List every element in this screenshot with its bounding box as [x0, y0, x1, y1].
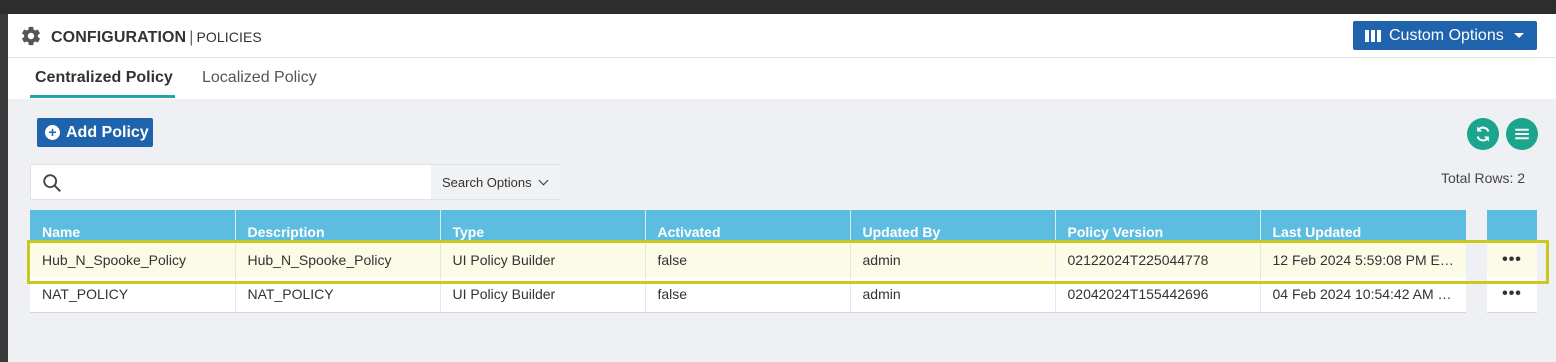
column-header-name[interactable]: Name: [30, 210, 236, 242]
custom-options-label: Custom Options: [1389, 26, 1504, 44]
policies-page: CONFIGURATION | POLICIES Custom Options Ce…: [8, 14, 1556, 362]
cell-description: NAT_POLICY: [235, 277, 441, 313]
cell-type: UI Policy Builder: [440, 242, 646, 277]
column-header-updated-by[interactable]: Updated By: [850, 210, 1056, 242]
search-options-dropdown[interactable]: Search Options: [431, 165, 561, 199]
window-top-bar: [0, 0, 1556, 14]
plus-circle-icon: +: [45, 125, 60, 140]
refresh-button[interactable]: [1467, 118, 1499, 150]
tab-centralized-policy[interactable]: Centralized Policy: [35, 69, 173, 87]
column-header-activated[interactable]: Activated: [645, 210, 851, 242]
cell-activated: false: [645, 277, 851, 313]
refresh-icon: [1476, 126, 1490, 142]
policy-tabs: Centralized Policy Localized Policy: [8, 58, 1556, 99]
cell-last-updated: 12 Feb 2024 5:59:08 PM EST: [1260, 242, 1466, 277]
tab-localized-policy[interactable]: Localized Policy: [202, 69, 317, 87]
cell-policy-version: 02042024T155442696: [1055, 277, 1261, 313]
cell-updated-by: admin: [850, 277, 1056, 313]
table-header-row: Name Description Type Activated Updated …: [30, 210, 1466, 242]
title-separator: |: [189, 29, 194, 46]
more-options-icon[interactable]: •••: [1487, 242, 1537, 277]
cell-activated: false: [645, 242, 851, 277]
page-header: CONFIGURATION | POLICIES Custom Options: [8, 14, 1556, 58]
columns-icon: [1365, 29, 1381, 42]
cell-name: Hub_N_Spooke_Policy: [30, 242, 236, 277]
column-header-description[interactable]: Description: [235, 210, 441, 242]
hamburger-menu-icon: [1515, 128, 1529, 140]
menu-button[interactable]: [1506, 118, 1538, 150]
cell-last-updated: 04 Feb 2024 10:54:42 AM EST: [1260, 277, 1466, 313]
add-policy-label: Add Policy: [66, 123, 149, 141]
search-icon: [43, 174, 61, 192]
chevron-down-icon: [538, 175, 549, 185]
search-input[interactable]: [71, 171, 451, 193]
table-row[interactable]: Hub_N_Spooke_Policy Hub_N_Spooke_Policy …: [30, 242, 1466, 277]
search-options-label: Search Options: [442, 174, 532, 190]
active-tab-indicator: [30, 95, 175, 98]
search-bar: Search Options: [30, 164, 561, 200]
page-title: CONFIGURATION | POLICIES: [51, 29, 262, 47]
cell-type: UI Policy Builder: [440, 277, 646, 313]
cell-updated-by: admin: [850, 242, 1056, 277]
caret-down-icon: [1513, 33, 1524, 38]
cell-description: Hub_N_Spooke_Policy: [235, 242, 441, 277]
add-policy-button[interactable]: + Add Policy: [37, 118, 153, 147]
cell-policy-version: 02122024T225044778: [1055, 242, 1261, 277]
custom-options-button[interactable]: Custom Options: [1353, 21, 1537, 50]
column-header-policy-version[interactable]: Policy Version: [1055, 210, 1261, 242]
column-header-type[interactable]: Type: [440, 210, 646, 242]
column-header-last-updated[interactable]: Last Updated: [1260, 210, 1466, 242]
window-left-edge: [0, 14, 8, 362]
total-rows-count: Total Rows: 2: [1441, 170, 1526, 186]
page-title-main: CONFIGURATION: [51, 29, 187, 46]
gear-icon: [22, 26, 40, 46]
more-options-icon[interactable]: •••: [1487, 277, 1537, 313]
actions-header: [1487, 210, 1537, 242]
row-actions-column: ••• •••: [1487, 210, 1537, 313]
table-row[interactable]: NAT_POLICY NAT_POLICY UI Policy Builder …: [30, 277, 1466, 313]
policies-table: Name Description Type Activated Updated …: [30, 210, 1466, 313]
cell-name: NAT_POLICY: [30, 277, 236, 313]
page-title-sub: POLICIES: [196, 29, 262, 45]
